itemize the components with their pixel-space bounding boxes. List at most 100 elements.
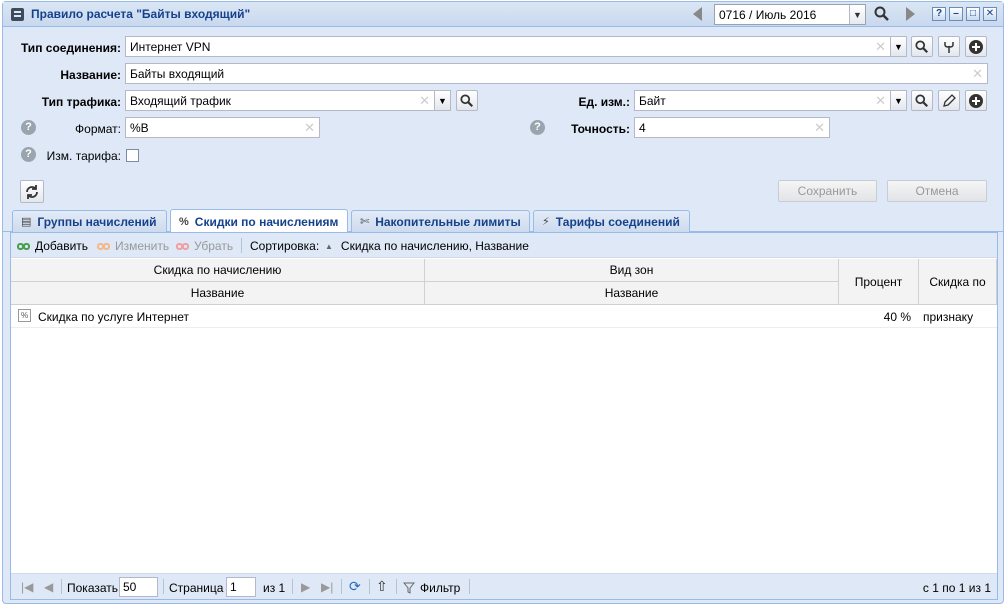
arrow-left-icon <box>693 7 702 21</box>
clear-icon[interactable]: ✕ <box>419 93 430 109</box>
add-button[interactable]: Добавить <box>17 239 88 253</box>
discount-icon: % <box>18 309 31 322</box>
last-page-icon[interactable]: ▶| <box>321 580 333 594</box>
chevron-down-icon: ▼ <box>894 95 903 106</box>
clear-icon[interactable]: ✕ <box>875 39 886 55</box>
rule-window: Правило расчета "Байты входящий" 0716 / … <box>2 1 1004 604</box>
table-row[interactable]: % Скидка по услуге Интернет 40 % признак… <box>11 306 997 328</box>
name-field[interactable]: Байты входящий ✕ <box>125 63 988 84</box>
edit-label: Изменить <box>115 239 170 253</box>
tab-charge-groups[interactable]: ▤ Группы начислений <box>12 210 167 232</box>
link-icon <box>97 242 111 250</box>
plus-circle-icon <box>969 39 983 54</box>
sort-value[interactable]: ▲ Скидка по начислению, Название <box>325 239 529 253</box>
pager: |◀ ◀ Показать 50 Страница 1 из 1 ▶ ▶| ⟳ … <box>11 573 997 599</box>
traffic-type-field[interactable]: Входящий трафик ✕ <box>125 90 435 111</box>
discounts-grid-panel: Добавить Изменить Убрать Сортировка: ▲ Ск… <box>10 232 998 600</box>
connection-type-field[interactable]: Интернет VPN ✕ <box>125 36 891 57</box>
pager-separator <box>61 579 62 594</box>
format-help-icon[interactable]: ? <box>21 120 36 135</box>
name-value: Байты входящий <box>130 67 225 81</box>
tariff-change-label: Изм. тарифа: <box>46 149 121 163</box>
window-title: Правило расчета "Байты входящий" <box>31 7 251 21</box>
row-discount-by: признаку <box>923 310 974 324</box>
column-group-zone[interactable]: Вид зон <box>425 259 839 282</box>
unit-search-button[interactable] <box>911 90 933 111</box>
fork-icon <box>944 41 954 53</box>
cancel-button[interactable]: Отмена <box>887 180 987 202</box>
period-value: 0716 / Июль 2016 <box>719 8 817 22</box>
clear-icon[interactable]: ✕ <box>304 120 315 136</box>
reload-icon[interactable]: ⟳ <box>349 578 361 595</box>
tab-connection-tariffs[interactable]: ⚡ Тарифы соединений <box>533 210 690 232</box>
column-percent[interactable]: Процент <box>839 259 919 305</box>
row-name: Скидка по услуге Интернет <box>38 310 189 324</box>
connection-type-search-button[interactable] <box>911 36 933 57</box>
column-discount-by[interactable]: Скидка по <box>919 259 997 305</box>
tab-label: Тарифы соединений <box>555 214 680 229</box>
refresh-icon <box>26 184 38 199</box>
page-input[interactable]: 1 <box>226 577 256 597</box>
pager-separator <box>163 579 164 594</box>
tab-bar: ▤ Группы начислений % Скидки по начисления… <box>3 208 1003 233</box>
column-group-discount[interactable]: Скидка по начислению <box>11 259 425 282</box>
help-button[interactable]: ? <box>932 7 946 21</box>
pager-summary: с 1 по 1 из 1 <box>922 581 991 595</box>
edit-button[interactable]: Изменить <box>97 239 169 253</box>
next-period-button[interactable] <box>900 4 921 24</box>
connection-type-dropdown[interactable]: ▼ <box>890 36 907 57</box>
clear-icon[interactable]: ✕ <box>972 66 983 82</box>
save-button[interactable]: Сохранить <box>778 180 877 202</box>
arrow-right-icon <box>906 7 915 21</box>
unit-dropdown[interactable]: ▼ <box>890 90 907 111</box>
link-icon <box>17 242 31 250</box>
first-page-icon[interactable]: |◀ <box>21 580 33 594</box>
pager-separator <box>369 579 370 594</box>
clear-icon[interactable]: ✕ <box>875 93 886 109</box>
remove-button[interactable]: Убрать <box>176 239 233 253</box>
format-field[interactable]: %B ✕ <box>125 117 320 138</box>
unit-field[interactable]: Байт ✕ <box>634 90 891 111</box>
unit-edit-button[interactable] <box>938 90 960 111</box>
maximize-button[interactable]: □ <box>966 7 980 21</box>
column-zone-name[interactable]: Название <box>425 282 839 305</box>
next-page-icon[interactable]: ▶ <box>301 580 310 594</box>
column-discount-name[interactable]: Название <box>11 282 425 305</box>
search-icon <box>460 93 474 107</box>
window-icon <box>11 8 24 21</box>
clear-icon[interactable]: ✕ <box>814 120 825 136</box>
tab-accumulative-limits[interactable]: ✄ Накопительные лимиты <box>351 210 530 232</box>
unit-add-button[interactable] <box>965 90 987 111</box>
tariff-change-help-icon[interactable]: ? <box>21 147 36 162</box>
tab-charge-discounts[interactable]: % Скидки по начислениям <box>170 209 348 233</box>
export-icon[interactable]: ⇧ <box>376 578 388 595</box>
connection-type-tree-button[interactable] <box>938 36 960 57</box>
pager-separator <box>469 579 470 594</box>
refresh-button[interactable] <box>20 180 44 203</box>
prev-period-button[interactable] <box>687 4 708 24</box>
minimize-button[interactable]: – <box>949 7 963 21</box>
filter-button[interactable]: Фильтр <box>403 581 460 595</box>
grid-header: Скидка по начислению Название Вид зон На… <box>11 259 997 305</box>
pager-separator <box>396 579 397 594</box>
precision-field[interactable]: 4 ✕ <box>634 117 830 138</box>
format-label: Формат: <box>75 122 121 136</box>
connection-type-add-button[interactable] <box>965 36 987 57</box>
search-icon <box>915 39 929 53</box>
prev-page-icon[interactable]: ◀ <box>44 580 53 594</box>
page-size-input[interactable]: 50 <box>119 577 158 597</box>
pager-separator <box>292 579 293 594</box>
close-button[interactable]: ✕ <box>983 7 997 21</box>
traffic-type-search-button[interactable] <box>456 90 478 111</box>
name-label: Название: <box>60 68 121 82</box>
tariff-change-checkbox[interactable] <box>126 149 139 162</box>
unlink-icon <box>176 242 190 250</box>
period-select[interactable]: 0716 / Июль 2016 ▼ <box>714 4 866 25</box>
connection-type-value: Интернет VPN <box>130 40 211 54</box>
title-bar: Правило расчета "Байты входящий" 0716 / … <box>3 2 1003 27</box>
period-search-button[interactable] <box>871 4 892 24</box>
chevron-down-icon[interactable]: ▼ <box>849 5 865 24</box>
chevron-down-icon: ▼ <box>438 95 447 106</box>
row-percent: 40 % <box>883 310 911 324</box>
traffic-type-dropdown[interactable]: ▼ <box>434 90 451 111</box>
